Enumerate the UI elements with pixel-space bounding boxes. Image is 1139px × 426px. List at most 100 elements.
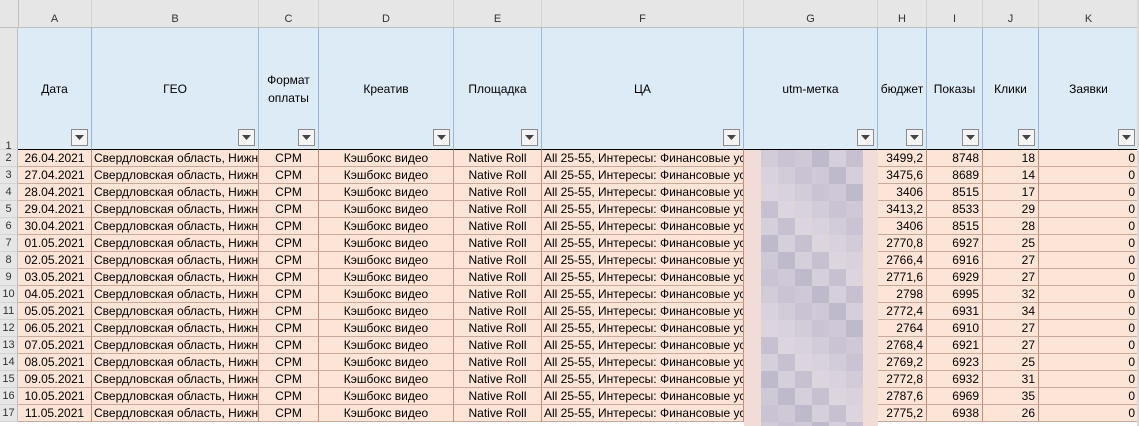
cell-budget[interactable]: 2787,6 [878,388,927,405]
row-number-1[interactable]: 1 [0,28,18,152]
cell-pay[interactable]: CPM [259,337,319,354]
cell-clicks[interactable]: 34 [983,303,1039,320]
cell-geo[interactable]: Свердловская область, Нижн [92,388,259,405]
filter-dropdown-icon[interactable] [1018,129,1035,146]
cell-geo[interactable]: Свердловская область, Нижн [92,303,259,320]
cell-impressions[interactable]: 6932 [927,371,983,388]
cell-creative[interactable]: Кэшбокс видео [319,218,454,235]
cell-creative[interactable]: Кэшбокс видео [319,354,454,371]
column-letter-f[interactable]: F [542,0,744,27]
cell-clicks[interactable]: 17 [983,184,1039,201]
cell-geo[interactable]: Свердловская область, Нижн [92,405,259,422]
cell-audience[interactable]: All 25-55, Интересы: Финансовые ус [542,388,744,405]
cell-geo[interactable]: Свердловская область, Нижн [92,201,259,218]
column-letter-e[interactable]: E [454,0,542,27]
cell-budget[interactable]: 2764 [878,320,927,337]
cell-audience[interactable]: All 25-55, Интересы: Финансовые ус [542,303,744,320]
row-number-9[interactable]: 9 [0,269,18,286]
cell-leads[interactable]: 0 [1039,371,1139,388]
cell-platform[interactable]: Native Roll [454,354,542,371]
cell-budget[interactable]: 3406 [878,218,927,235]
cell-date[interactable]: 08.05.2021 [18,354,92,371]
row-number-7[interactable]: 7 [0,235,18,252]
cell-pay[interactable]: CPM [259,167,319,184]
cell-audience[interactable]: All 25-55, Интересы: Финансовые ус [542,184,744,201]
cell-leads[interactable]: 0 [1039,286,1139,303]
cell-date[interactable]: 10.05.2021 [18,388,92,405]
row-number-6[interactable]: 6 [0,218,18,235]
filter-dropdown-icon[interactable] [71,129,88,146]
cell-clicks[interactable]: 18 [983,150,1039,167]
cell-budget[interactable]: 2772,8 [878,371,927,388]
cell-platform[interactable]: Native Roll [454,184,542,201]
cell-audience[interactable]: All 25-55, Интересы: Финансовые ус [542,150,744,167]
cell-creative[interactable]: Кэшбокс видео [319,184,454,201]
cell-geo[interactable]: Свердловская область, Нижн [92,354,259,371]
column-letter-j[interactable]: J [983,0,1039,27]
row-number-2[interactable]: 2 [0,150,18,167]
cell-audience[interactable]: All 25-55, Интересы: Финансовые ус [542,320,744,337]
cell-budget[interactable]: 2798 [878,286,927,303]
cell-date[interactable]: 28.04.2021 [18,184,92,201]
cell-audience[interactable]: All 25-55, Интересы: Финансовые ус [542,405,744,422]
column-letter-d[interactable]: D [319,0,454,27]
cell-impressions[interactable]: 8515 [927,184,983,201]
row-number-13[interactable]: 13 [0,337,18,354]
filter-dropdown-icon[interactable] [962,129,979,146]
cell-audience[interactable]: All 25-55, Интересы: Финансовые ус [542,286,744,303]
filter-dropdown-icon[interactable] [433,129,450,146]
cell-leads[interactable]: 0 [1039,388,1139,405]
cell-leads[interactable]: 0 [1039,354,1139,371]
cell-pay[interactable]: CPM [259,184,319,201]
row-number-16[interactable]: 16 [0,388,18,405]
cell-leads[interactable]: 0 [1039,201,1139,218]
cell-clicks[interactable]: 25 [983,235,1039,252]
cell-platform[interactable]: Native Roll [454,252,542,269]
cell-leads[interactable]: 0 [1039,218,1139,235]
cell-date[interactable]: 29.04.2021 [18,201,92,218]
select-all-corner[interactable] [0,0,19,27]
cell-date[interactable]: 11.05.2021 [18,405,92,422]
row-number-3[interactable]: 3 [0,167,18,184]
cell-clicks[interactable]: 27 [983,320,1039,337]
cell-audience[interactable]: All 25-55, Интересы: Финансовые ус [542,167,744,184]
cell-budget[interactable]: 2775,2 [878,405,927,422]
filter-dropdown-icon[interactable] [238,129,255,146]
row-number-12[interactable]: 12 [0,320,18,337]
column-letter-h[interactable]: H [878,0,927,27]
cell-impressions[interactable]: 6931 [927,303,983,320]
filter-dropdown-icon[interactable] [906,129,923,146]
cell-audience[interactable]: All 25-55, Интересы: Финансовые ус [542,235,744,252]
cell-pay[interactable]: CPM [259,150,319,167]
cell-date[interactable]: 01.05.2021 [18,235,92,252]
row-number-5[interactable]: 5 [0,201,18,218]
cell-creative[interactable]: Кэшбокс видео [319,303,454,320]
cell-audience[interactable]: All 25-55, Интересы: Финансовые ус [542,201,744,218]
cell-date[interactable]: 07.05.2021 [18,337,92,354]
cell-platform[interactable]: Native Roll [454,286,542,303]
cell-creative[interactable]: Кэшбокс видео [319,235,454,252]
cell-platform[interactable]: Native Roll [454,337,542,354]
cell-creative[interactable]: Кэшбокс видео [319,252,454,269]
cell-pay[interactable]: CPM [259,371,319,388]
row-number-15[interactable]: 15 [0,371,18,388]
cell-leads[interactable]: 0 [1039,252,1139,269]
cell-pay[interactable]: CPM [259,235,319,252]
cell-date[interactable]: 02.05.2021 [18,252,92,269]
cell-pay[interactable]: CPM [259,354,319,371]
cell-platform[interactable]: Native Roll [454,405,542,422]
cell-budget[interactable]: 2768,4 [878,337,927,354]
cell-clicks[interactable]: 14 [983,167,1039,184]
cell-leads[interactable]: 0 [1039,269,1139,286]
row-number-17[interactable]: 17 [0,405,18,422]
column-letter-b[interactable]: B [92,0,259,27]
cell-budget[interactable]: 3475,6 [878,167,927,184]
cell-impressions[interactable]: 8748 [927,150,983,167]
cell-leads[interactable]: 0 [1039,167,1139,184]
cell-pay[interactable]: CPM [259,201,319,218]
cell-audience[interactable]: All 25-55, Интересы: Финансовые ус [542,269,744,286]
cell-budget[interactable]: 2769,2 [878,354,927,371]
cell-pay[interactable]: CPM [259,388,319,405]
cell-clicks[interactable]: 35 [983,388,1039,405]
cell-impressions[interactable]: 6916 [927,252,983,269]
